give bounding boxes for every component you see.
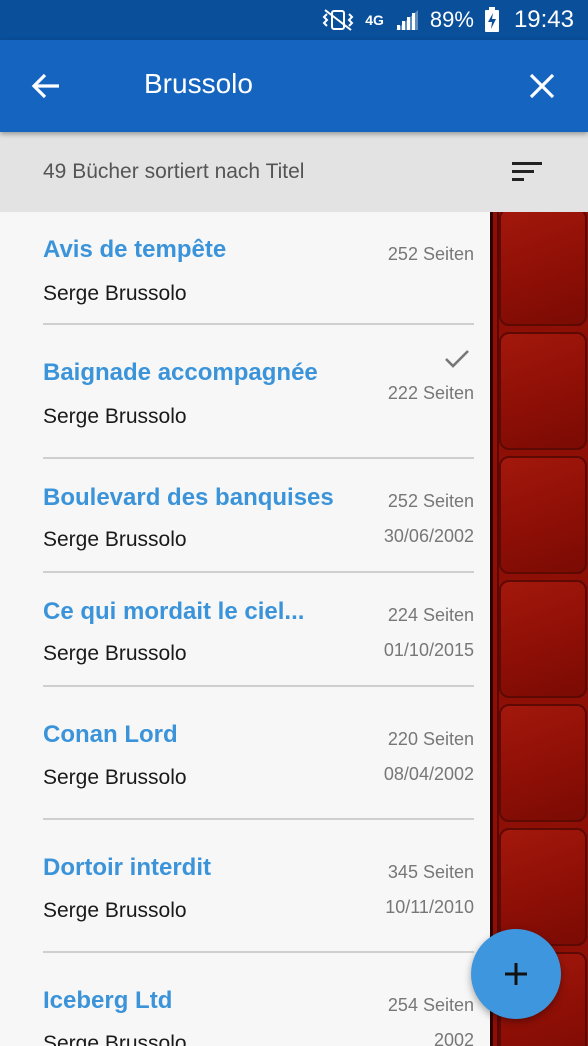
app-bar: Brussolo xyxy=(0,40,588,132)
book-title: Boulevard des banquises xyxy=(43,484,334,511)
network-type: 4G xyxy=(365,12,384,28)
close-button[interactable] xyxy=(522,68,562,104)
book-author: Serge Brussolo xyxy=(43,642,187,665)
plus-icon xyxy=(505,963,527,985)
add-book-button[interactable] xyxy=(471,929,561,1019)
close-icon xyxy=(529,73,555,99)
book-pages: 222 Seiten xyxy=(387,383,474,403)
book-author: Serge Brussolo xyxy=(43,899,187,922)
list-item[interactable]: Conan Lord 220 Seiten Serge Brussolo 08/… xyxy=(43,687,474,820)
book-author: Serge Brussolo xyxy=(43,766,187,789)
book-pages: 224 Seiten xyxy=(387,605,474,625)
back-button[interactable] xyxy=(26,68,66,104)
book-count-summary: 49 Bücher sortiert nach Titel xyxy=(43,160,305,183)
checkmark-icon xyxy=(444,349,470,374)
book-author: Serge Brussolo xyxy=(43,405,187,428)
signal-icon xyxy=(394,8,420,32)
book-title: Iceberg Ltd xyxy=(43,987,173,1014)
book-date: 10/11/2010 xyxy=(385,897,474,917)
book-pages: 220 Seiten xyxy=(387,729,474,749)
battery-percent: 89% xyxy=(429,7,474,32)
decorative-spine-panel xyxy=(490,212,588,1046)
list-item[interactable]: Ce qui mordait le ciel... 224 Seiten Ser… xyxy=(43,573,474,687)
book-title: Baignade accompagnée xyxy=(43,359,318,386)
status-bar: 4G 89% 19:43 xyxy=(0,0,588,40)
book-title: Conan Lord xyxy=(43,721,178,748)
list-item[interactable]: Boulevard des banquises 252 Seiten Serge… xyxy=(43,459,474,573)
list-item[interactable]: Iceberg Ltd 254 Seiten Serge Brussolo 20… xyxy=(43,953,474,1046)
book-pages: 345 Seiten xyxy=(387,862,474,882)
arrow-left-icon xyxy=(31,73,59,99)
list-item[interactable]: Avis de tempête 252 Seiten Serge Brussol… xyxy=(43,212,474,325)
book-list: Avis de tempête 252 Seiten Serge Brussol… xyxy=(0,212,490,1046)
book-author: Serge Brussolo xyxy=(43,1032,187,1046)
book-pages: 252 Seiten xyxy=(387,244,474,264)
page-title: Brussolo xyxy=(144,68,253,99)
book-pages: 252 Seiten xyxy=(387,491,474,511)
list-item[interactable]: Baignade accompagnée 222 Seiten Serge Br… xyxy=(43,325,474,459)
sort-bar: 49 Bücher sortiert nach Titel xyxy=(0,132,588,212)
sort-icon xyxy=(512,162,542,181)
book-date: 08/04/2002 xyxy=(383,764,474,784)
book-date: 30/06/2002 xyxy=(383,526,474,546)
book-title: Ce qui mordait le ciel... xyxy=(43,598,305,625)
book-title: Avis de tempête xyxy=(43,236,227,263)
book-author: Serge Brussolo xyxy=(43,528,187,551)
book-date: 2002 xyxy=(433,1030,474,1046)
book-title: Dortoir interdit xyxy=(43,854,211,881)
list-item[interactable]: Dortoir interdit 345 Seiten Serge Brusso… xyxy=(43,820,474,953)
book-date: 01/10/2015 xyxy=(383,640,474,660)
sort-button[interactable] xyxy=(510,158,544,186)
clock: 19:43 xyxy=(513,6,574,33)
vibrate-mute-icon xyxy=(321,8,355,32)
book-pages: 254 Seiten xyxy=(387,995,474,1015)
battery-charging-icon xyxy=(484,7,500,33)
book-author: Serge Brussolo xyxy=(43,282,187,305)
